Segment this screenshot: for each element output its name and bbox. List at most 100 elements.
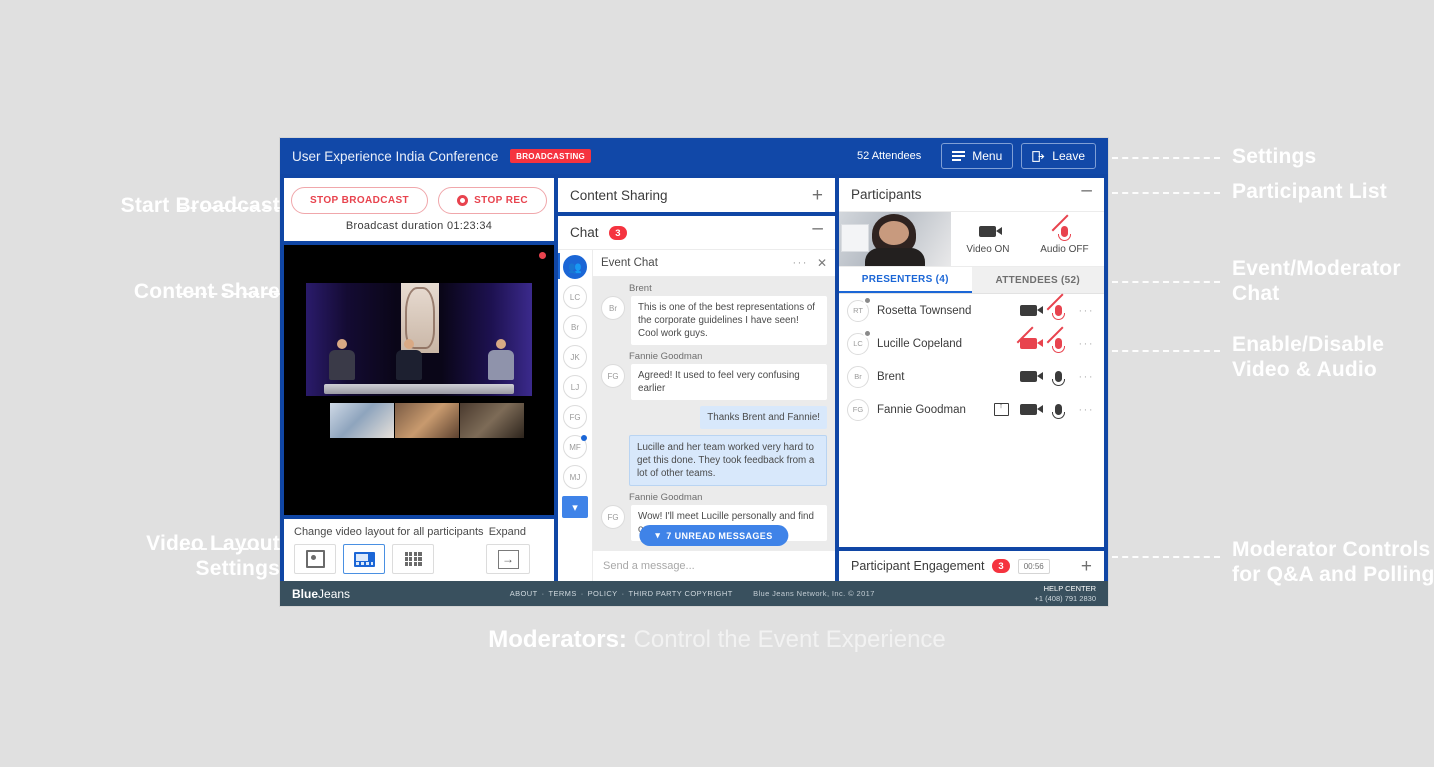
chat-rail-avatar-br[interactable]: Br [563, 315, 587, 339]
background-slide [841, 224, 869, 252]
layout-filmstrip-button[interactable] [343, 544, 385, 574]
content-sharing-panel-header[interactable]: Content Sharing + [558, 178, 835, 212]
participant-row[interactable]: FG Fannie Goodman ··· [839, 393, 1104, 426]
self-av-controls: Video ON Audio OFF [951, 212, 1104, 266]
chat-collapse-icon[interactable]: – [812, 219, 823, 238]
chat-close-icon[interactable]: ✕ [817, 256, 827, 270]
attendee-count: 52 Attendees [857, 150, 922, 162]
middle-column: Content Sharing + Chat 3 – 👥 LC Br JK LJ… [558, 178, 835, 581]
chat-rail-group-icon[interactable]: 👥 [563, 255, 587, 279]
participant-thumbnail[interactable] [395, 403, 459, 438]
chat-more-icon[interactable]: ··· [792, 257, 808, 269]
footer-link-about[interactable]: ABOUT [510, 589, 538, 598]
chat-message-line: FG Agreed! It used to feel very confusin… [601, 364, 827, 400]
chat-panel: Chat 3 – 👥 LC Br JK LJ FG MF MJ ▾ Event … [558, 216, 835, 581]
annotation-label: Start Broadcast [120, 194, 280, 217]
tab-attendees[interactable]: ATTENDEES (52) [971, 267, 1104, 293]
participant-row[interactable]: RT Rosetta Townsend ··· [839, 292, 1104, 327]
annotation-label: Moderator Controls for Q&A and Polling [1232, 538, 1434, 586]
chat-message: Lucille and her team worked very hard to… [601, 435, 827, 486]
content-sharing-add-icon[interactable]: + [812, 186, 823, 205]
participant-row[interactable]: LC Lucille Copeland ··· [839, 325, 1104, 360]
footer-link-terms[interactable]: TERMS [548, 589, 576, 598]
self-audio-toggle[interactable]: Audio OFF [1040, 213, 1089, 255]
microphone-icon[interactable] [1049, 402, 1069, 419]
chat-rail-avatar-lc[interactable]: LC [563, 285, 587, 309]
logo-jeans: Jeans [318, 586, 351, 601]
footer-help[interactable]: HELP CENTER +1 (408) 791 2830 [1034, 584, 1096, 604]
chat-message-bubble: Agreed! It used to feel very confusing e… [631, 364, 827, 400]
video-stage[interactable] [284, 245, 554, 515]
broadcast-duration-value: 01:23:34 [446, 220, 493, 232]
participants-title: Participants [851, 187, 922, 202]
video-person-2 [396, 339, 423, 381]
avatar-initials: JK [570, 352, 580, 362]
unread-messages-button[interactable]: ▾ 7 UNREAD MESSAGES [639, 525, 789, 546]
chat-message-list[interactable]: Brent Br This is one of the best represe… [593, 277, 835, 550]
menu-button[interactable]: Menu [941, 143, 1014, 169]
video-camera-icon[interactable] [1019, 402, 1043, 418]
participant-thumbnail[interactable] [460, 403, 524, 438]
participant-row[interactable]: Br Brent ··· [839, 360, 1104, 393]
broadcast-buttons: STOP BROADCAST STOP REC [290, 187, 548, 214]
participant-more-icon[interactable]: ··· [1079, 338, 1095, 350]
participant-more-icon[interactable]: ··· [1079, 404, 1095, 416]
chat-rail-scroll-down-button[interactable]: ▾ [562, 496, 588, 518]
chat-input-row[interactable]: Send a message... [593, 550, 835, 581]
app-body: STOP BROADCAST STOP REC Broadcast durati… [280, 174, 1108, 585]
menu-button-label: Menu [972, 149, 1003, 163]
video-camera-icon[interactable] [1019, 303, 1043, 319]
participants-collapse-icon[interactable]: – [1081, 181, 1092, 200]
chat-title-text: Chat [570, 225, 599, 240]
layout-single-speaker-button[interactable] [294, 544, 336, 574]
bluejeans-logo: BlueJeans [292, 587, 350, 601]
footer-links: ABOUT · TERMS · POLICY · THIRD PARTY COPYRIGHT… [350, 589, 1034, 598]
chat-rail-avatar-jk[interactable]: JK [563, 345, 587, 369]
participant-avatar: Br [847, 365, 869, 388]
participants-panel-header[interactable]: Participants – [839, 178, 1104, 212]
annotation-content-share: Content Share [134, 279, 280, 304]
leave-button-label: Leave [1052, 149, 1085, 163]
video-camera-muted-icon[interactable] [1016, 325, 1043, 352]
chat-message-avatar: FG [601, 505, 625, 529]
annotation-label: Settings [1232, 145, 1317, 168]
chat-message-bubble: Lucille and her team worked very hard to… [629, 435, 827, 486]
participant-controls: ··· [993, 400, 1095, 419]
video-camera-icon[interactable] [1019, 369, 1043, 385]
bluejeans-app-window: User Experience India Conference BROADCA… [280, 138, 1108, 606]
broadcast-duration: Broadcast duration 01:23:34 [346, 220, 492, 232]
participant-name: Lucille Copeland [877, 337, 963, 350]
logo-blue: Blue [292, 586, 319, 601]
chat-message-bubble: This is one of the best representations … [631, 296, 827, 345]
layout-grid-button[interactable] [392, 544, 434, 574]
footer-separator: · [621, 589, 625, 598]
footer-link-policy[interactable]: POLICY [588, 589, 618, 598]
annotation-start-broadcast: Start Broadcast [121, 193, 280, 218]
chat-rail-avatar-fg[interactable]: FG [563, 405, 587, 429]
leave-button[interactable]: Leave [1021, 143, 1096, 169]
footer-link-third-party-copyright[interactable]: THIRD PARTY COPYRIGHT [628, 589, 732, 598]
microphone-muted-icon[interactable] [1046, 292, 1069, 320]
participant-more-icon[interactable]: ··· [1079, 371, 1095, 383]
participant-engagement-panel[interactable]: Participant Engagement 3 00:56 + [839, 551, 1104, 581]
chat-panel-header[interactable]: Chat 3 – [558, 216, 835, 250]
expand-button[interactable]: → [486, 544, 530, 574]
participant-thumbnail[interactable] [330, 403, 394, 438]
chat-rail-avatar-mj[interactable]: MJ [563, 465, 587, 489]
stop-rec-button[interactable]: STOP REC [438, 187, 548, 214]
microphone-icon[interactable] [1049, 369, 1069, 386]
app-header: User Experience India Conference BROADCA… [280, 138, 1108, 174]
self-video-toggle[interactable]: Video ON [966, 224, 1010, 255]
engagement-add-icon[interactable]: + [1081, 557, 1092, 576]
tab-presenters[interactable]: PRESENTERS (4) [839, 267, 972, 293]
chat-conversation-header: Event Chat ··· ✕ [593, 250, 835, 277]
screen-share-icon[interactable] [993, 400, 1009, 416]
participant-more-icon[interactable]: ··· [1079, 305, 1095, 317]
microphone-muted-icon[interactable] [1046, 325, 1069, 353]
chat-rail-avatar-mf[interactable]: MF [563, 435, 587, 459]
stop-broadcast-button[interactable]: STOP BROADCAST [290, 187, 429, 214]
self-avatar-body [865, 248, 925, 266]
chat-rail-avatar-lj[interactable]: LJ [563, 375, 587, 399]
broadcasting-badge: BROADCASTING [510, 148, 592, 163]
recording-indicator-icon [539, 252, 546, 259]
